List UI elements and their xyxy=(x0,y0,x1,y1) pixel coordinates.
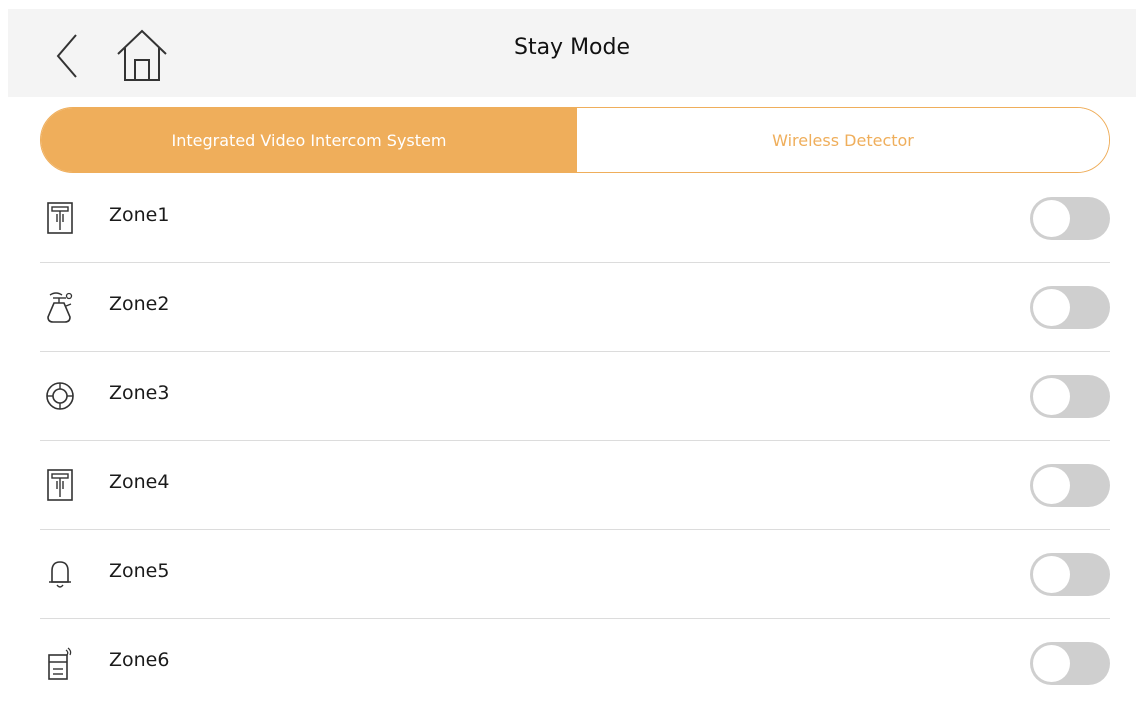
zone-row: Zone3 xyxy=(40,352,1110,441)
toggle-knob xyxy=(1033,200,1070,237)
zone-label: Zone3 xyxy=(109,382,170,404)
door-sensor-icon xyxy=(47,469,73,501)
zone-toggle[interactable] xyxy=(1030,553,1110,596)
zone-row: Zone4 xyxy=(40,441,1110,530)
zone-row: Zone6 xyxy=(40,619,1110,708)
zone-label: Zone6 xyxy=(109,649,170,671)
gas-detector-icon xyxy=(47,292,73,323)
toggle-knob xyxy=(1033,289,1070,326)
tab-wireless-detector[interactable]: Wireless Detector xyxy=(577,108,1109,172)
door-sensor-icon xyxy=(47,202,73,234)
toggle-knob xyxy=(1033,378,1070,415)
mode-tab-selector: Integrated Video Intercom System Wireles… xyxy=(40,107,1110,173)
zone-label: Zone5 xyxy=(109,560,170,582)
zone-toggle[interactable] xyxy=(1030,642,1110,685)
toggle-knob xyxy=(1033,645,1070,682)
page-title: Stay Mode xyxy=(513,35,631,60)
tab-integrated-video-intercom[interactable]: Integrated Video Intercom System xyxy=(41,108,577,172)
panic-button-icon xyxy=(48,647,72,680)
zone-toggle[interactable] xyxy=(1030,464,1110,507)
zone-row: Zone5 xyxy=(40,530,1110,619)
zone-toggle[interactable] xyxy=(1030,197,1110,240)
zone-label: Zone2 xyxy=(109,293,170,315)
toggle-knob xyxy=(1033,467,1070,504)
zone-toggle[interactable] xyxy=(1030,375,1110,418)
zone-label: Zone4 xyxy=(109,471,170,493)
zone-label: Zone1 xyxy=(109,204,170,226)
zone-row: Zone2 xyxy=(40,263,1110,352)
bell-icon xyxy=(49,561,71,588)
zone-row: Zone1 xyxy=(40,174,1110,263)
header-bar: Stay Mode xyxy=(8,9,1136,97)
zone-toggle[interactable] xyxy=(1030,286,1110,329)
zone-list: Zone1 Zone2 Zone3 Zone4 Zone5 Zone6 xyxy=(40,174,1110,708)
toggle-knob xyxy=(1033,556,1070,593)
smoke-detector-icon xyxy=(46,382,74,410)
